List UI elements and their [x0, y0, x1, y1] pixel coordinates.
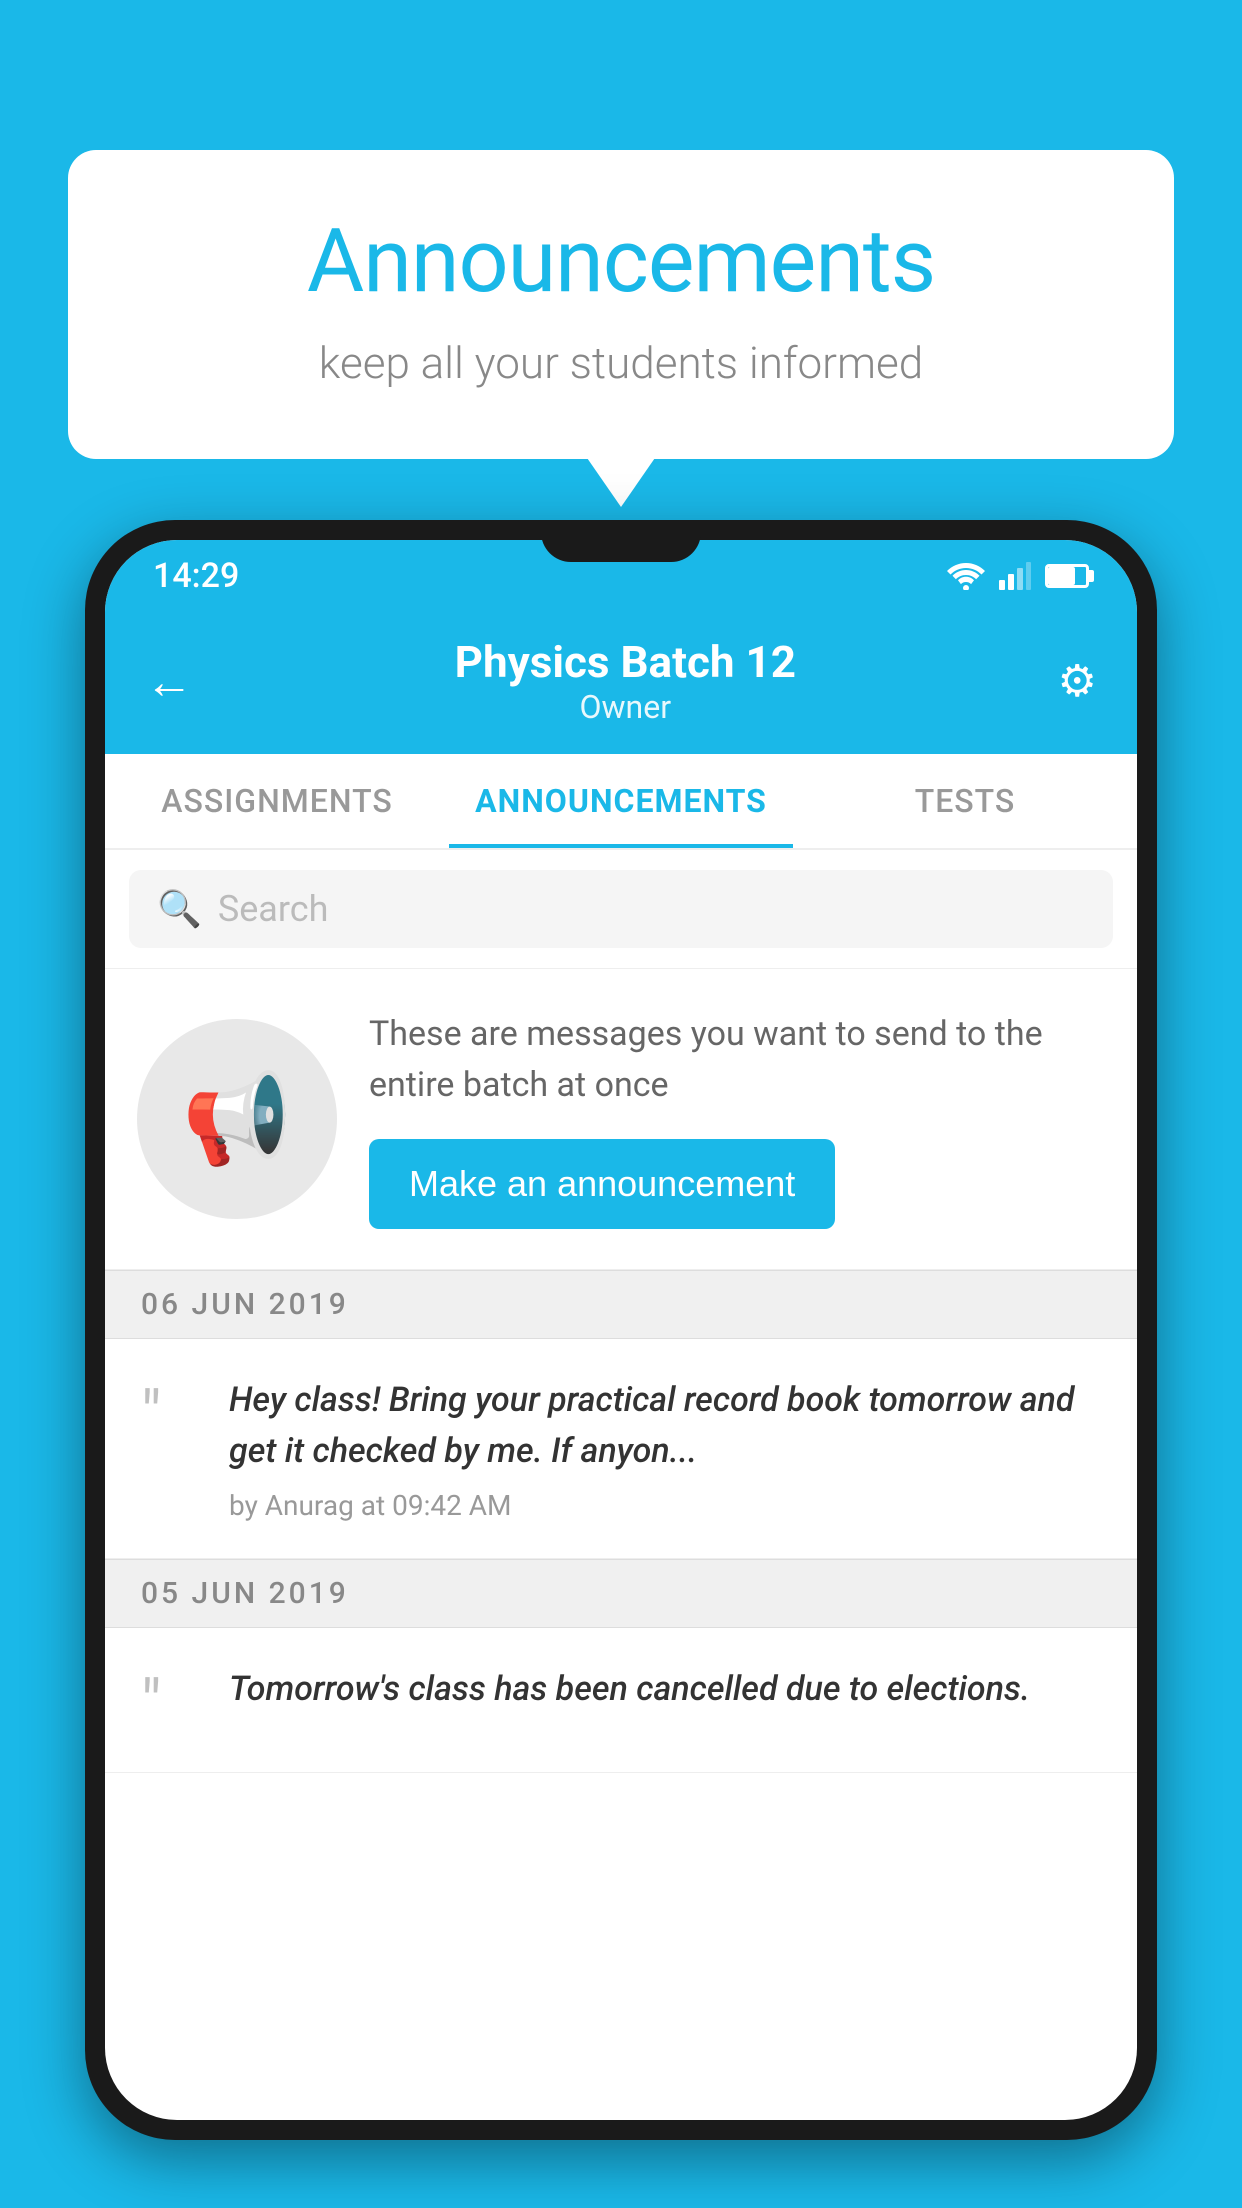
announcement-text-1: Hey class! Bring your practical record b… [229, 1375, 1101, 1477]
announcement-item-2: " Tomorrow's class has been cancelled du… [105, 1628, 1137, 1773]
header-title: Physics Batch 12 [455, 636, 796, 688]
signal-icon [999, 562, 1031, 590]
announcement-icon-circle: 📢 [137, 1019, 337, 1219]
header-subtitle: Owner [455, 688, 796, 726]
phone-inner: 14:29 [105, 540, 1137, 2120]
search-bar[interactable]: 🔍 Search [129, 870, 1113, 948]
settings-icon[interactable]: ⚙ [1058, 655, 1097, 707]
back-button[interactable]: ← [145, 653, 193, 710]
search-container: 🔍 Search [105, 850, 1137, 969]
promo-description: These are messages you want to send to t… [369, 1009, 1105, 1111]
speech-bubble: Announcements keep all your students inf… [68, 150, 1174, 459]
tab-assignments[interactable]: ASSIGNMENTS [105, 754, 449, 848]
tabs-container: ASSIGNMENTS ANNOUNCEMENTS TESTS [105, 754, 1137, 850]
bubble-title: Announcements [148, 210, 1094, 313]
quote-icon-2: " [141, 1672, 201, 1736]
tab-tests[interactable]: TESTS [793, 754, 1137, 848]
status-icons [947, 562, 1089, 590]
bubble-subtitle: keep all your students informed [148, 337, 1094, 389]
phone-notch [541, 520, 701, 562]
battery-icon [1045, 564, 1089, 588]
phone-container: 14:29 [85, 520, 1157, 2208]
phone-outer: 14:29 [85, 520, 1157, 2140]
header-center: Physics Batch 12 Owner [455, 636, 796, 726]
app-header: ← Physics Batch 12 Owner ⚙ [105, 612, 1137, 754]
wifi-icon [947, 562, 985, 590]
announcement-meta-1: by Anurag at 09:42 AM [229, 1489, 1101, 1522]
announcement-content-1: Hey class! Bring your practical record b… [229, 1375, 1101, 1522]
make-announcement-button[interactable]: Make an announcement [369, 1139, 835, 1229]
search-placeholder: Search [218, 888, 329, 930]
announcement-content-2: Tomorrow's class has been cancelled due … [229, 1664, 1101, 1727]
announcement-text-2: Tomorrow's class has been cancelled due … [229, 1664, 1101, 1715]
date-separator-2: 05 JUN 2019 [105, 1559, 1137, 1628]
search-icon: 🔍 [157, 888, 202, 930]
status-time: 14:29 [153, 556, 239, 596]
promo-content: These are messages you want to send to t… [369, 1009, 1105, 1229]
promo-section: 📢 These are messages you want to send to… [105, 969, 1137, 1270]
speech-bubble-container: Announcements keep all your students inf… [68, 150, 1174, 459]
announcement-item-1: " Hey class! Bring your practical record… [105, 1339, 1137, 1559]
quote-icon-1: " [141, 1383, 201, 1447]
date-separator-1: 06 JUN 2019 [105, 1270, 1137, 1339]
tab-announcements[interactable]: ANNOUNCEMENTS [449, 754, 793, 848]
